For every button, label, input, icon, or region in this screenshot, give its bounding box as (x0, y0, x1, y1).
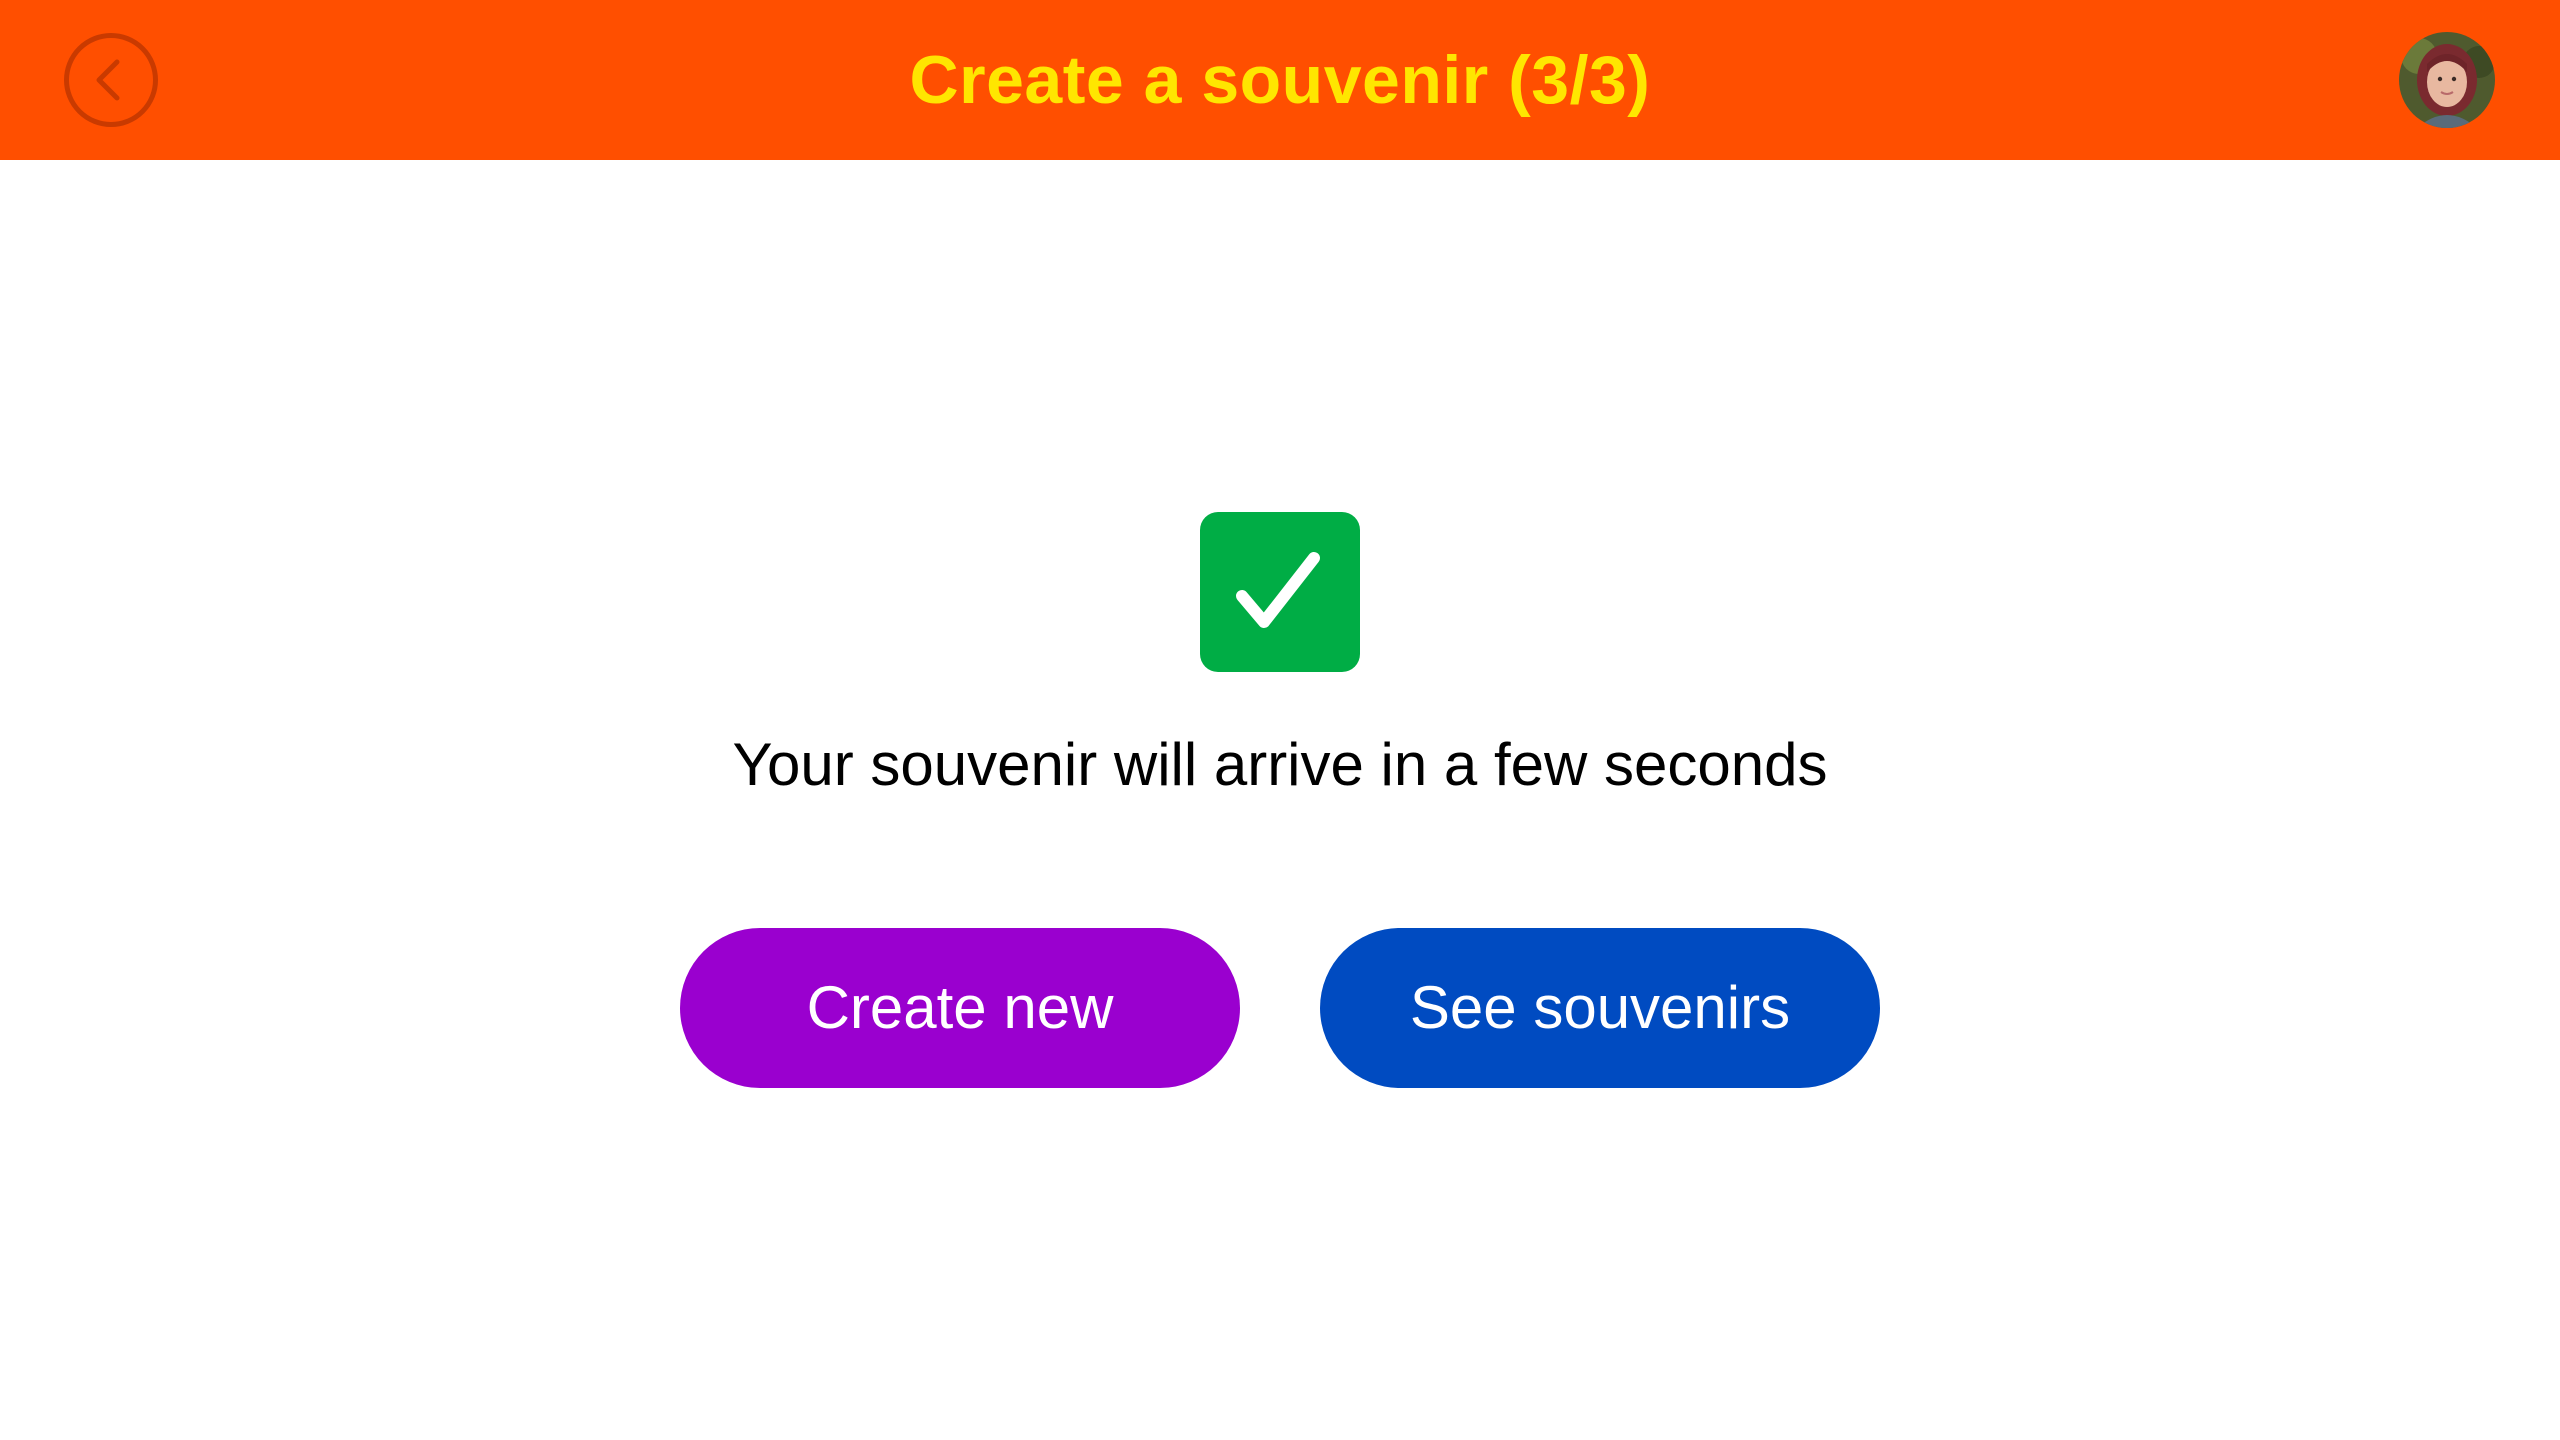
create-new-button[interactable]: Create new (680, 928, 1240, 1088)
app-header: Create a souvenir (3/3) (0, 0, 2560, 160)
page-title: Create a souvenir (3/3) (909, 42, 1651, 118)
avatar[interactable] (2399, 32, 2495, 128)
user-avatar-icon (2399, 32, 2495, 128)
status-message: Your souvenir will arrive in a few secon… (732, 731, 1828, 798)
see-souvenirs-button[interactable]: See souvenirs (1320, 928, 1880, 1088)
checkmark-icon (1200, 512, 1360, 672)
